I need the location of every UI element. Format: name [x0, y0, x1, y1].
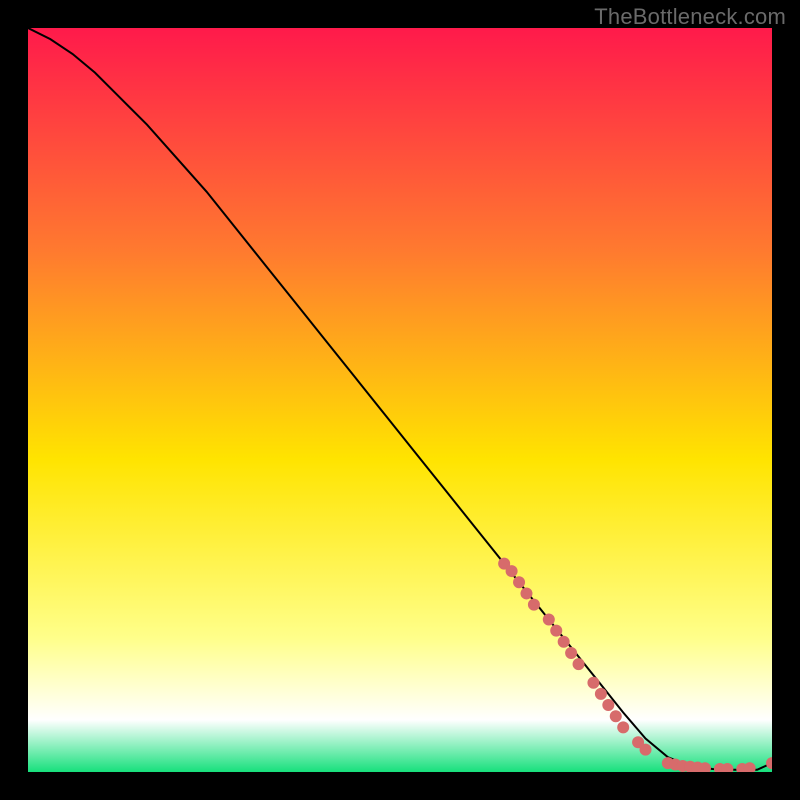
- plot-area: [28, 28, 772, 772]
- highlight-marker: [558, 636, 570, 648]
- highlight-marker: [587, 677, 599, 689]
- highlight-marker: [640, 744, 652, 756]
- highlight-marker: [550, 625, 562, 637]
- highlight-marker: [528, 599, 540, 611]
- highlight-marker: [565, 647, 577, 659]
- highlight-marker: [602, 699, 614, 711]
- highlight-marker: [506, 565, 518, 577]
- highlight-marker: [617, 721, 629, 733]
- highlight-marker: [543, 613, 555, 625]
- highlight-marker: [513, 576, 525, 588]
- gradient-background: [28, 28, 772, 772]
- highlight-marker: [610, 710, 622, 722]
- highlight-marker: [573, 658, 585, 670]
- chart-frame: TheBottleneck.com: [0, 0, 800, 800]
- highlight-marker: [520, 587, 532, 599]
- watermark-text: TheBottleneck.com: [594, 4, 786, 30]
- highlight-marker: [595, 688, 607, 700]
- chart-svg: [28, 28, 772, 772]
